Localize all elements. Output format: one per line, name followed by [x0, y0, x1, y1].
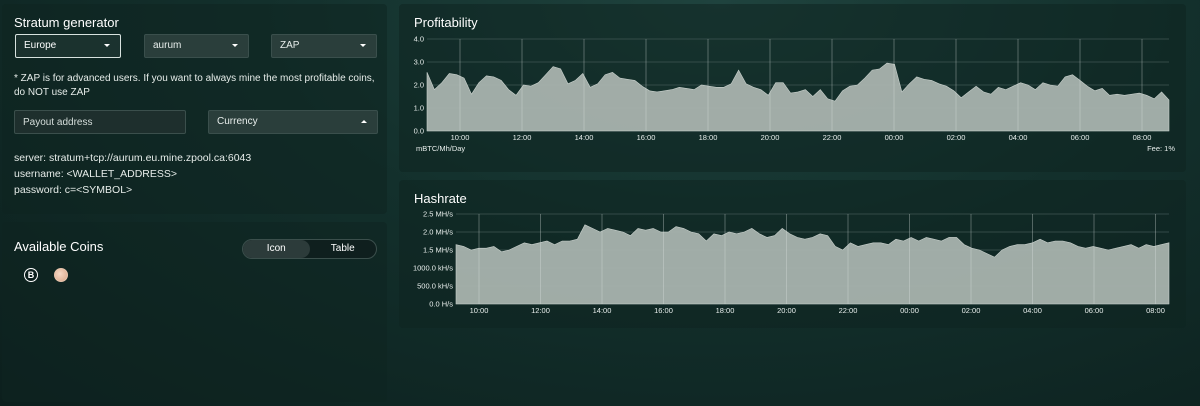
peach-coin-icon[interactable] [54, 268, 68, 282]
hashrate-panel: Hashrate 2.5 MH/s 2.0 MH/s 1.5 MH/s 1000.0 … [399, 180, 1186, 328]
x-tick-label: 16:00 [654, 306, 673, 315]
available-coins-title: Available Coins [14, 239, 104, 254]
y-tick-label: 0.0 [414, 127, 424, 136]
x-tick-label: 04:00 [1009, 133, 1028, 142]
currency-select-value: Currency [217, 116, 258, 127]
chevron-down-icon [232, 44, 238, 47]
x-tick-label: 06:00 [1071, 133, 1090, 142]
coin-select[interactable]: ZAP [271, 34, 377, 58]
x-tick-label: 16:00 [637, 133, 656, 142]
toggle-icon-view[interactable]: Icon [243, 240, 310, 258]
x-tick-label: 02:00 [947, 133, 966, 142]
algorithm-select-value: aurum [153, 40, 182, 51]
x-tick-label: 08:00 [1146, 306, 1165, 315]
y-tick-label: 500.0 kH/s [417, 282, 453, 291]
x-tick-label: 00:00 [885, 133, 904, 142]
x-tick-label: 08:00 [1133, 133, 1152, 142]
fee-label: Fee: 1% [1147, 144, 1175, 153]
available-coins-panel: Available Coins Icon Table B [2, 222, 387, 402]
y-tick-label: 2.0 [414, 81, 424, 90]
toggle-table-view[interactable]: Table [310, 240, 377, 258]
algorithm-select[interactable]: aurum [144, 34, 249, 58]
x-tick-label: 06:00 [1085, 306, 1104, 315]
y-tick-label: 2.5 MH/s [423, 210, 453, 219]
x-tick-label: 22:00 [823, 133, 842, 142]
region-select[interactable]: Europe [15, 34, 121, 58]
x-tick-label: 12:00 [513, 133, 532, 142]
unit-label: mBTC/Mh/Day [416, 144, 465, 153]
stratum-title: Stratum generator [14, 15, 119, 30]
profitability-panel: Profitability 4.0 3.0 2.0 1.0 0.0 10:00 12:00 1… [399, 4, 1186, 172]
chevron-down-icon [104, 44, 110, 47]
x-tick-label: 02:00 [962, 306, 981, 315]
coin-select-value: ZAP [280, 40, 300, 51]
view-toggle: Icon Table [242, 239, 377, 259]
currency-select[interactable]: Currency [208, 110, 378, 134]
x-tick-label: 10:00 [451, 133, 470, 142]
x-tick-label: 18:00 [716, 306, 735, 315]
series-area [455, 224, 1170, 305]
y-tick-label: 1.0 [414, 104, 424, 113]
y-tick-label: 0.0 H/s [429, 300, 453, 309]
server-line: server: stratum+tcp://aurum.eu.mine.zpoo… [14, 152, 252, 164]
x-tick-label: 14:00 [575, 133, 594, 142]
x-tick-label: 14:00 [593, 306, 612, 315]
profitability-chart: 4.0 3.0 2.0 1.0 0.0 10:00 12:00 14:00 16:00 18:00… [414, 35, 1176, 154]
series-area [426, 62, 1170, 132]
x-tick-label: 22:00 [839, 306, 858, 315]
x-tick-label: 00:00 [900, 306, 919, 315]
payout-address-input[interactable] [14, 110, 186, 134]
hashrate-chart: 2.5 MH/s 2.0 MH/s 1.5 MH/s 1000.0 kH/s 500.0… [413, 210, 1170, 315]
username-line: username: <WALLET_ADDRESS> [14, 168, 178, 180]
y-tick-label: 3.0 [414, 58, 424, 67]
bitcoin-icon[interactable]: B [24, 268, 38, 282]
x-tick-label: 20:00 [761, 133, 780, 142]
y-tick-label: 1.5 MH/s [423, 246, 453, 255]
x-tick-label: 18:00 [699, 133, 718, 142]
x-tick-label: 04:00 [1023, 306, 1042, 315]
stratum-generator-panel: Stratum generator Europe aurum ZAP * ZAP… [2, 4, 387, 214]
password-line: password: c=<SYMBOL> [14, 184, 133, 196]
x-tick-label: 10:00 [470, 306, 489, 315]
chevron-down-icon [360, 44, 366, 47]
zap-note: * ZAP is for advanced users. If you want… [14, 73, 375, 98]
y-tick-label: 4.0 [414, 35, 424, 44]
y-tick-label: 1000.0 kH/s [413, 264, 453, 273]
x-tick-label: 12:00 [531, 306, 550, 315]
y-tick-label: 2.0 MH/s [423, 228, 453, 237]
chevron-up-icon [361, 120, 367, 123]
x-tick-label: 20:00 [777, 306, 796, 315]
region-select-value: Europe [24, 40, 57, 51]
